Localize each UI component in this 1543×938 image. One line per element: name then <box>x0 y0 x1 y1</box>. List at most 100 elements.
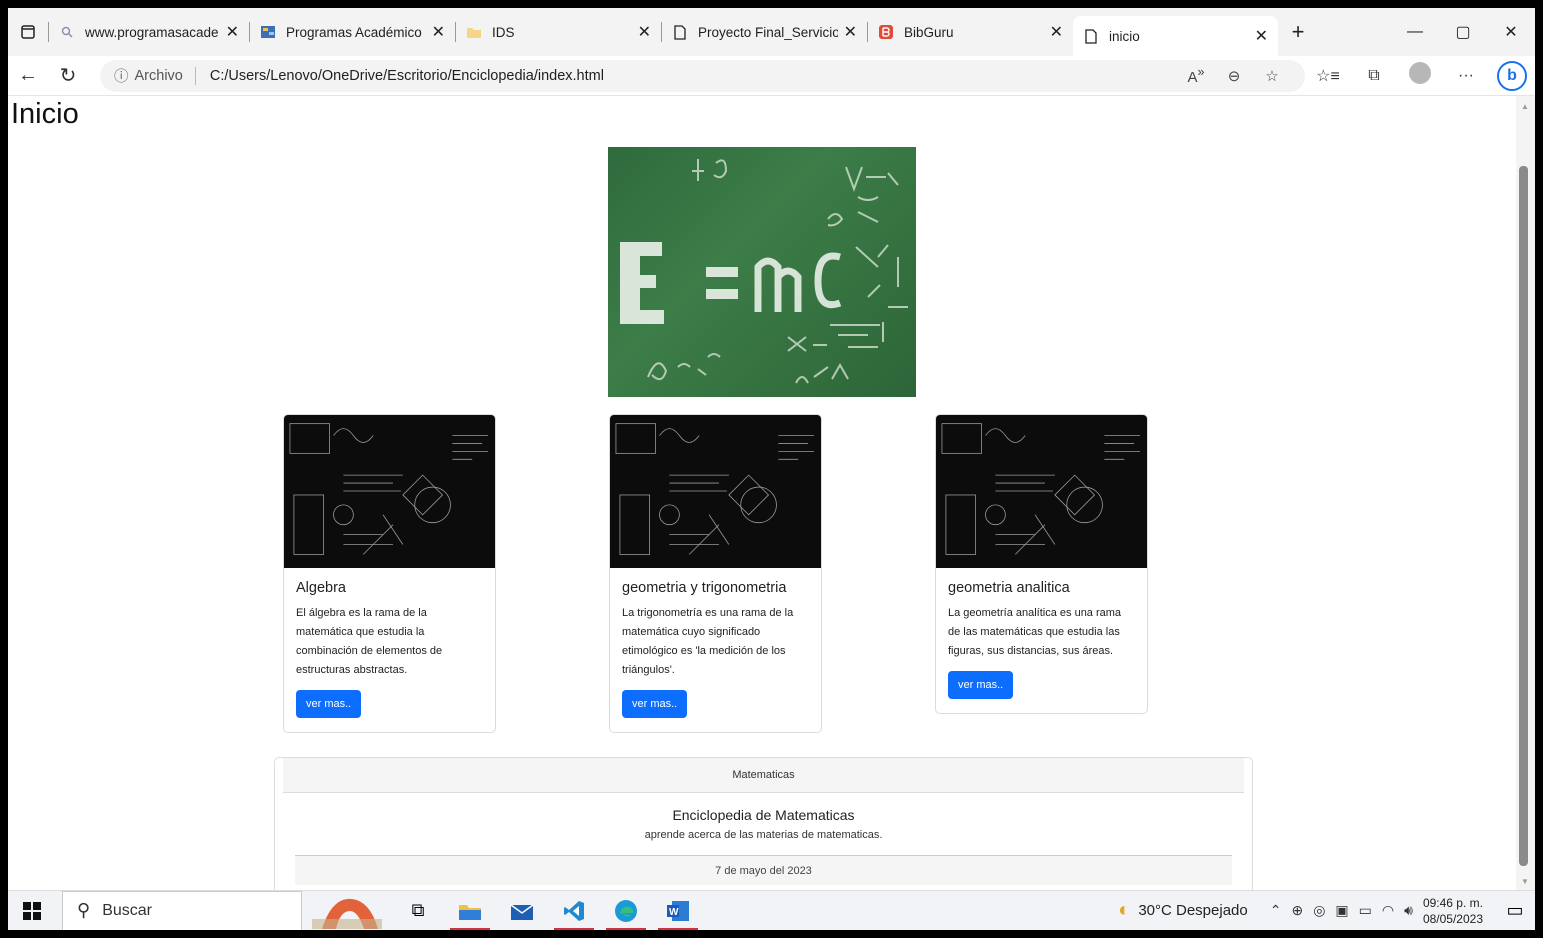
close-tab-icon[interactable]: ✕ <box>844 22 857 42</box>
system-tray: ⌃ ⊕ ◎ ▣ ▭ ◠ 🔊︎ <box>1270 902 1413 919</box>
document-icon <box>672 24 688 40</box>
site-info-label: Archivo <box>134 67 183 84</box>
battery-icon[interactable]: ▭ <box>1359 902 1372 919</box>
document-icon <box>1083 28 1099 44</box>
ver-mas-button[interactable]: ver mas.. <box>296 690 362 718</box>
bibguru-icon <box>878 24 894 40</box>
card-image <box>284 415 495 568</box>
chrome-helper-icon[interactable]: ◎ <box>1313 902 1325 919</box>
card-text: La trigonometría es una rama de la matem… <box>622 607 794 676</box>
tab-proyecto-final[interactable]: Proyecto Final_Servicio ✕ <box>662 15 867 49</box>
read-aloud-icon[interactable]: A» <box>1177 65 1215 86</box>
svg-text:W: W <box>669 907 679 918</box>
page-content: Inicio Algebra El álgebra es la rama de … <box>8 96 1516 890</box>
zoom-icon[interactable]: ⊖ <box>1215 67 1253 85</box>
card-algebra: Algebra El álgebra es la rama de la mate… <box>283 414 496 733</box>
close-window-button[interactable]: ✕ <box>1487 22 1535 42</box>
moon-icon: ◐ <box>1118 899 1131 921</box>
url-field[interactable]: ⓘ Archivo C:/Users/Lenovo/OneDrive/Escri… <box>100 59 1305 92</box>
ver-mas-button[interactable]: ver mas.. <box>948 671 1014 699</box>
back-button[interactable]: ← <box>8 64 48 87</box>
scroll-thumb[interactable] <box>1519 166 1528 866</box>
tab-title: inicio <box>1109 28 1140 44</box>
task-view-button[interactable]: ⧉ <box>392 891 444 931</box>
display-icon[interactable]: ▣ <box>1335 902 1348 919</box>
clock-time: 09:46 p. m. <box>1422 895 1483 910</box>
tab-actions-icon <box>21 25 35 39</box>
card-image <box>610 415 821 568</box>
file-explorer-icon[interactable] <box>444 891 496 930</box>
tab-title: Programas Académico <box>286 24 422 40</box>
taskbar-clock[interactable]: 09:46 p. m. 08/05/2023 <box>1423 895 1483 927</box>
word-icon[interactable]: W <box>652 891 704 930</box>
chalkboard-image <box>620 159 908 384</box>
add-favorite-icon[interactable]: ☆ <box>1253 67 1291 85</box>
close-tab-icon[interactable]: ✕ <box>226 22 239 42</box>
weather-text: 30°C Despejado <box>1138 902 1248 919</box>
search-icon <box>59 24 75 40</box>
clock-date: 08/05/2023 <box>1422 911 1483 926</box>
footer-date: 7 de mayo del 2023 <box>295 855 1232 885</box>
vscode-icon[interactable] <box>548 891 600 930</box>
close-tab-icon[interactable]: ✕ <box>638 22 651 42</box>
page-title: Inicio <box>11 98 79 130</box>
browser-window: www.programasacade ✕ Programas Académico… <box>8 8 1535 930</box>
card-text: La geometría analítica es una rama de la… <box>948 607 1122 657</box>
scroll-down-icon[interactable]: ▼ <box>1521 877 1529 886</box>
search-placeholder: Buscar <box>102 901 152 919</box>
weather-widget[interactable]: ◐ 30°C Despejado <box>1118 899 1248 922</box>
card-image <box>936 415 1147 568</box>
tab-title: IDS <box>492 24 515 40</box>
bing-icon[interactable]: b <box>1489 60 1535 91</box>
tab-ids[interactable]: IDS ✕ <box>456 15 661 49</box>
page-scrollbar[interactable]: ▲ ▼ <box>1516 96 1535 890</box>
minimize-button[interactable]: — <box>1391 23 1439 41</box>
windows-icon <box>23 901 41 920</box>
search-highlight-image <box>302 891 392 931</box>
mail-icon[interactable] <box>496 891 548 931</box>
footer-header: Matematicas <box>283 758 1244 793</box>
tab-title: www.programasacade <box>85 24 219 40</box>
start-button[interactable] <box>8 891 56 931</box>
card-title: geometria analitica <box>948 580 1070 596</box>
info-icon[interactable]: ⓘ <box>114 65 129 86</box>
notifications-icon[interactable]: ▭ <box>1495 891 1535 931</box>
scroll-up-icon[interactable]: ▲ <box>1521 102 1529 111</box>
chevron-up-icon[interactable]: ⌃ <box>1270 902 1282 919</box>
search-icon: ⚲ <box>77 900 91 920</box>
url-text: C:/Users/Lenovo/OneDrive/Escritorio/Enci… <box>209 67 604 84</box>
tab-bibguru[interactable]: BibGuru ✕ <box>868 15 1073 49</box>
card-text: El álgebra es la rama de la matemática q… <box>296 607 443 676</box>
tab-programas-academicos[interactable]: Programas Académico ✕ <box>250 15 455 49</box>
footer-subtitle: aprende acerca de las materias de matema… <box>644 829 883 841</box>
close-tab-icon[interactable]: ✕ <box>1255 26 1268 46</box>
card-title: geometria y trigonometria <box>622 580 787 596</box>
tab-title: BibGuru <box>904 24 954 40</box>
close-tab-icon[interactable]: ✕ <box>432 22 445 42</box>
profile-avatar[interactable] <box>1397 62 1443 89</box>
card-geometria-trigonometria: geometria y trigonometria La trigonometr… <box>609 414 822 733</box>
tab-programasacade[interactable]: www.programasacade ✕ <box>49 15 249 49</box>
restore-button[interactable]: ▢ <box>1439 22 1487 42</box>
ver-mas-button[interactable]: ver mas.. <box>622 690 688 718</box>
wifi-icon[interactable]: ◠ <box>1382 902 1394 919</box>
card-geometria-analitica: geometria analitica La geometría analíti… <box>935 414 1148 714</box>
close-tab-icon[interactable]: ✕ <box>1050 22 1063 42</box>
footer-card: Matematicas Enciclopedia de Matematicas … <box>274 757 1253 890</box>
new-tab-button[interactable]: + <box>1278 19 1318 45</box>
card-title: Algebra <box>296 580 346 596</box>
tab-title: Proyecto Final_Servicio <box>698 24 838 40</box>
site-icon <box>260 24 276 40</box>
tab-actions-button[interactable] <box>8 15 48 49</box>
folder-icon <box>466 24 482 40</box>
taskbar-search-box[interactable]: ⚲ Buscar <box>62 890 302 930</box>
favorites-icon[interactable]: ☆≡ <box>1305 66 1351 86</box>
more-menu-icon[interactable]: ··· <box>1443 67 1489 85</box>
collections-icon[interactable]: ⧉ <box>1351 67 1397 85</box>
tab-inicio[interactable]: inicio ✕ <box>1073 16 1278 56</box>
edge-icon[interactable] <box>600 891 652 930</box>
refresh-button[interactable]: ↻ <box>48 63 88 88</box>
volume-icon[interactable]: 🔊︎ <box>1404 902 1413 919</box>
meet-now-icon[interactable]: ⊕ <box>1291 902 1303 919</box>
windows-taskbar: ⚲ Buscar ⧉ W ◐ 30°C Despejado ⌃ ⊕ ◎ ▣ ▭ … <box>8 890 1535 930</box>
